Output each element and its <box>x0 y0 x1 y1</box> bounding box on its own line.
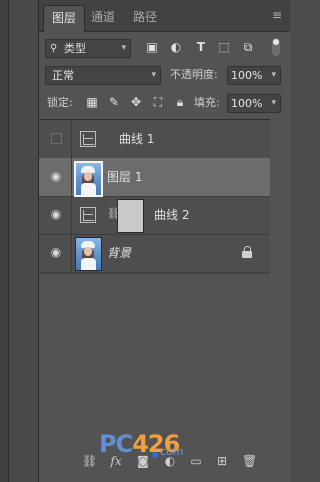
eye-icon[interactable]: ◉ <box>50 246 62 258</box>
curves-adjustment-icon <box>80 207 96 223</box>
panel-tab-bar: 图层 通道 路径 ≡ <box>39 0 290 32</box>
link-layers-icon[interactable]: ⛓ <box>82 454 97 468</box>
layer-row-background[interactable]: ◉ 背景 <box>39 234 270 273</box>
blend-mode-select[interactable]: 正常 ▾ <box>45 66 161 85</box>
left-tool-strip <box>9 0 39 482</box>
layer-row-curves-1[interactable]: 曲线 1 <box>39 120 270 159</box>
chevron-down-icon: ▾ <box>121 43 126 53</box>
lock-row: 锁定: ▦ ✎ ✥ ⛶ 🔒︎ 填充: 100% ▾ <box>39 92 290 116</box>
lock-label: 锁定: <box>47 96 73 109</box>
layer-name[interactable]: 曲线 2 <box>154 207 189 223</box>
lock-transparent-icon[interactable]: ▦ <box>85 94 99 110</box>
curves-adjustment-icon <box>80 131 96 147</box>
toggle-knob <box>273 39 279 45</box>
chevron-down-icon: ▾ <box>151 70 156 80</box>
chevron-down-icon: ▾ <box>271 70 276 80</box>
lock-pixels-icon[interactable]: ✎ <box>107 94 121 110</box>
lock-artboard-icon[interactable]: ⛶ <box>151 94 165 110</box>
blend-row: 正常 ▾ 不透明度: 100% ▾ <box>39 63 290 89</box>
adjustment-filter-icon[interactable]: ◐ <box>169 40 183 54</box>
fx-icon[interactable]: fx <box>109 454 123 468</box>
fill-value: 100% <box>231 97 263 110</box>
opacity-field[interactable]: 100% ▾ <box>227 66 281 85</box>
divider <box>71 158 72 196</box>
layer-mask-thumbnail[interactable] <box>117 199 144 233</box>
opacity-value: 100% <box>231 69 263 82</box>
filter-row: ⚲ 类型 ▾ ▣ ◐ T ⬚ ⧉ <box>39 31 290 61</box>
new-fill-adjustment-icon[interactable]: ◐ <box>163 454 177 468</box>
add-mask-icon[interactable]: ◙ <box>136 454 150 468</box>
divider <box>71 120 72 158</box>
lock-position-icon[interactable]: ✥ <box>129 94 143 110</box>
magnifier-icon: ⚲ <box>50 43 58 54</box>
layer-row-curves-2[interactable]: ◉ ⛓ 曲线 2 <box>39 196 270 235</box>
fill-field[interactable]: 100% ▾ <box>227 94 281 113</box>
eye-icon[interactable]: ◉ <box>50 170 62 182</box>
tab-layers[interactable]: 图层 <box>43 5 86 32</box>
layer-thumbnail <box>74 161 103 197</box>
layer-thumbnail <box>75 237 102 271</box>
blend-mode-value: 正常 <box>52 69 74 82</box>
layer-list: 曲线 1 ◉ 图层 1 ◉ ⛓ 曲线 2 ◉ 背景 <box>39 119 270 275</box>
opacity-label: 不透明度: <box>170 68 218 81</box>
new-group-icon[interactable]: ▭ <box>189 454 203 468</box>
fill-label: 填充: <box>194 96 220 109</box>
type-filter-icon[interactable]: T <box>194 40 208 54</box>
visibility-toggle-off[interactable] <box>51 133 62 144</box>
left-edge <box>0 0 9 482</box>
layer-name[interactable]: 图层 1 <box>107 169 142 185</box>
chevron-down-icon: ▾ <box>271 98 276 108</box>
tab-channels[interactable]: 通道 <box>83 5 123 31</box>
layer-name[interactable]: 背景 <box>107 245 131 261</box>
new-layer-icon[interactable]: ⊞ <box>215 454 229 468</box>
link-icon[interactable]: ⛓ <box>107 207 121 221</box>
layers-panel: 图层 通道 路径 ≡ ⚲ 类型 ▾ ▣ ◐ T ⬚ ⧉ 正常 ▾ 不透明度: 1… <box>39 0 290 482</box>
divider <box>71 196 72 234</box>
filter-kind-value: 类型 <box>64 42 86 55</box>
layer-row-layer-1[interactable]: ◉ 图层 1 <box>39 158 270 197</box>
pixel-filter-icon[interactable]: ▣ <box>145 40 159 54</box>
filter-toggle-switch[interactable] <box>272 38 280 56</box>
smart-object-filter-icon[interactable]: ⧉ <box>241 40 255 54</box>
lock-icon <box>242 246 252 258</box>
tab-paths[interactable]: 路径 <box>125 5 165 31</box>
menu-icon[interactable]: ≡ <box>272 8 282 22</box>
eye-icon[interactable]: ◉ <box>50 208 62 220</box>
lock-all-icon[interactable]: 🔒︎ <box>173 94 187 110</box>
delete-icon[interactable]: 🗑︎ <box>242 454 257 468</box>
layer-name[interactable]: 曲线 1 <box>119 131 154 147</box>
divider <box>71 234 72 272</box>
filter-kind-select[interactable]: ⚲ 类型 ▾ <box>45 39 131 58</box>
layers-bottom-toolbar: ⛓ fx ◙ ◐ ▭ ⊞ 🗑︎ <box>39 448 290 478</box>
shape-filter-icon[interactable]: ⬚ <box>217 40 231 54</box>
